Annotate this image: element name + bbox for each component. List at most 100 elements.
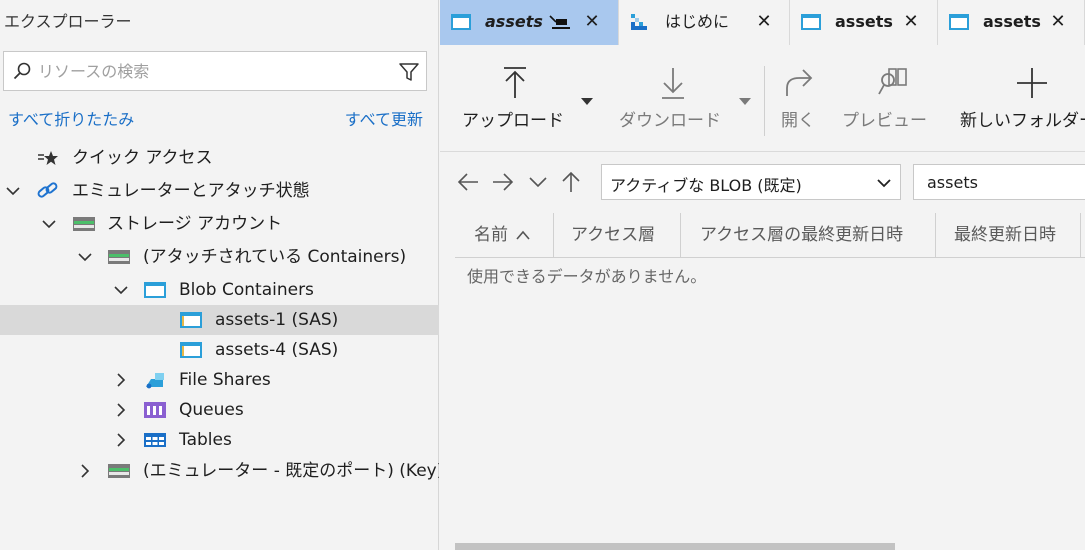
up-arrow-icon[interactable]: [559, 170, 583, 194]
open-label: 開く: [781, 111, 815, 131]
tree-item-label: エミュレーターとアタッチ状態: [72, 181, 310, 201]
horizontal-scrollbar[interactable]: [455, 543, 895, 550]
chevron-right-icon[interactable]: [113, 372, 129, 388]
column-header-label: 名前: [474, 225, 508, 245]
tab-assets-2[interactable]: assets ✕: [790, 0, 938, 45]
tree-item-tables[interactable]: Tables: [0, 425, 439, 455]
chevron-down-icon[interactable]: [113, 282, 129, 298]
preview-label: プレビュー: [842, 111, 927, 131]
open-arrow-icon: [786, 69, 813, 96]
forward-arrow-icon[interactable]: [491, 170, 515, 194]
queue-icon: [144, 402, 166, 418]
tree-item-label: assets-4 (SAS): [215, 340, 339, 360]
new-folder-button[interactable]: 新しいフォルダー: [958, 46, 1085, 146]
tab-label: assets: [835, 12, 893, 31]
close-icon[interactable]: ✕: [902, 13, 920, 31]
blob-view-value: アクティブな BLOB (既定): [610, 176, 802, 195]
empty-state-message: 使用できるデータがありません。: [467, 267, 707, 286]
plus-icon: [1017, 68, 1047, 98]
link-icon: [37, 182, 58, 198]
explorer-title: エクスプローラー: [4, 12, 132, 31]
back-arrow-icon[interactable]: [456, 170, 480, 194]
tree-item-label: ストレージ アカウント: [107, 214, 283, 234]
chevron-right-icon[interactable]: [113, 432, 129, 448]
tab-label: はじめに: [665, 12, 730, 31]
tree-item-blob-containers[interactable]: Blob Containers: [0, 275, 439, 305]
column-header-access-tier[interactable]: アクセス層: [554, 213, 681, 257]
search-icon: [13, 62, 31, 80]
toolbar: アップロード ダウンロード 開く プレビュー 新しいフォルダー: [440, 46, 1085, 152]
tree-item-queues[interactable]: Queues: [0, 395, 439, 425]
column-header-name[interactable]: 名前: [455, 213, 554, 257]
header-divider: [455, 257, 1085, 258]
chevron-right-icon[interactable]: [77, 463, 93, 479]
tree-item-assets-1[interactable]: assets-1 (SAS): [0, 305, 439, 335]
preview-icon: [878, 68, 907, 95]
blob-view-select[interactable]: アクティブな BLOB (既定): [601, 164, 901, 200]
open-button[interactable]: 開く: [775, 46, 825, 146]
column-header-label: アクセス層の最終更新日時: [700, 225, 904, 245]
navigation-bar: アクティブな BLOB (既定) assets: [440, 160, 1085, 206]
upload-icon: [504, 67, 526, 98]
chevron-down-icon[interactable]: [77, 249, 93, 265]
tab-getting-started[interactable]: はじめに ✕: [619, 0, 790, 45]
blob-container-icon: [144, 282, 166, 298]
column-header-label: アクセス層: [571, 225, 656, 245]
tree-item-label: File Shares: [179, 370, 271, 390]
upload-button[interactable]: アップロード: [440, 46, 600, 146]
blob-container-icon: [801, 14, 821, 30]
tree-item-emulator-attached[interactable]: エミュレーターとアタッチ状態: [0, 176, 439, 206]
refresh-all-link[interactable]: すべて更新: [345, 106, 423, 130]
path-input[interactable]: assets: [913, 164, 1085, 200]
blob-container-icon: [180, 312, 202, 328]
tree-item-assets-4[interactable]: assets-4 (SAS): [0, 335, 439, 365]
resource-search-box[interactable]: [3, 51, 427, 91]
storage-account-icon: [108, 250, 130, 264]
chevron-down-icon[interactable]: [526, 170, 550, 194]
column-header-label: 最終更新日時: [954, 225, 1056, 245]
tree-item-attached-containers[interactable]: (アタッチされている Containers): [0, 242, 439, 272]
download-icon: [662, 68, 684, 99]
close-icon[interactable]: ✕: [583, 13, 601, 31]
toolbar-divider: [764, 66, 765, 136]
file-share-icon: [146, 373, 164, 389]
collapse-all-link[interactable]: すべて折りたたみ: [8, 106, 134, 130]
tab-bar: assets ✕ はじめに ✕ assets ✕ assets ✕: [440, 0, 1085, 45]
caret-down-icon[interactable]: [738, 96, 752, 106]
filter-icon[interactable]: [398, 61, 420, 83]
tree-item-label: Tables: [179, 430, 232, 450]
blob-container-icon: [451, 14, 471, 30]
download-label: ダウンロード: [619, 111, 721, 131]
preview-button[interactable]: プレビュー: [840, 46, 940, 146]
tree-item-label: Blob Containers: [179, 280, 314, 300]
caret-down-icon[interactable]: [580, 96, 594, 106]
tree-item-storage-accounts[interactable]: ストレージ アカウント: [0, 209, 439, 239]
tree-item-emulator-default-ports[interactable]: (エミュレーター - 既定のポート) (Key): [0, 456, 439, 486]
tree-item-label: (エミュレーター - 既定のポート) (Key): [143, 461, 439, 481]
column-header-access-tier-modified[interactable]: アクセス層の最終更新日時: [681, 213, 936, 257]
close-icon[interactable]: ✕: [1049, 13, 1067, 31]
table-icon: [144, 433, 166, 447]
sort-ascending-icon: [516, 230, 530, 240]
chevron-right-icon[interactable]: [113, 402, 129, 418]
chevron-down-icon[interactable]: [41, 216, 57, 232]
tree-item-file-shares[interactable]: File Shares: [0, 365, 439, 395]
storage-account-icon: [73, 217, 95, 231]
upload-label: アップロード: [462, 111, 564, 131]
close-icon[interactable]: ✕: [755, 13, 773, 31]
tree-item-label: クイック アクセス: [72, 148, 213, 168]
column-header-last-modified[interactable]: 最終更新日時: [936, 213, 1081, 257]
quick-access-icon: [38, 151, 58, 165]
tab-assets-active[interactable]: assets ✕: [440, 0, 619, 45]
tab-label: assets: [485, 12, 543, 31]
search-input[interactable]: [38, 58, 388, 84]
tab-label: assets: [983, 12, 1041, 31]
blob-list-table: 名前 アクセス層 アクセス層の最終更新日時 最終更新日時 使用できるデータがあり…: [455, 213, 1085, 550]
tab-assets-3[interactable]: assets ✕: [938, 0, 1085, 45]
explorer-actions: すべて折りたたみ すべて更新: [0, 106, 439, 130]
tree-item-quick-access[interactable]: クイック アクセス: [0, 143, 439, 173]
storage-account-icon: [108, 464, 130, 478]
chevron-down-icon[interactable]: [5, 183, 21, 199]
download-button[interactable]: ダウンロード: [608, 46, 758, 146]
pin-icon[interactable]: [548, 13, 572, 31]
